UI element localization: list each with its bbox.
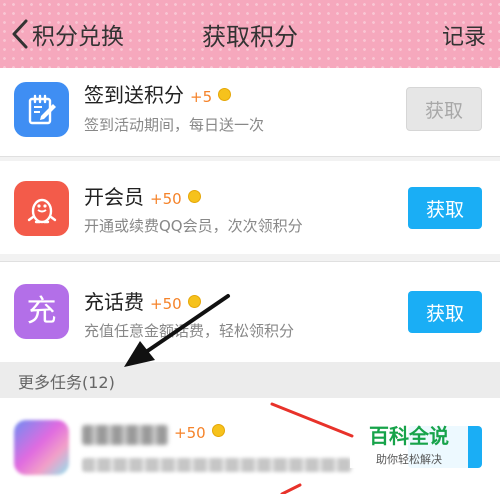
points-value: +50 (150, 295, 182, 313)
divider (0, 156, 500, 157)
watermark-slogan: 助你轻松解决 (376, 453, 442, 466)
coin-icon (187, 295, 201, 308)
more-tasks-label: 更多任务(12) (18, 373, 115, 392)
task-description: 充值任意金额话费，轻松领积分 (84, 322, 295, 340)
more-tasks-header: 更多任务(12) (0, 362, 500, 398)
app-icon (14, 420, 69, 475)
points-value: +50 (150, 190, 182, 208)
watermark: 百科全说 助你轻松解决 (350, 416, 468, 468)
get-button-recharge[interactable]: 获取 (408, 291, 482, 333)
task-item-checkin: 签到送积分 +5 签到活动期间，每日送一次 获取 (0, 68, 500, 156)
blurred-title (82, 425, 168, 445)
task-title-text: 签到送积分 (84, 83, 184, 107)
qq-penguin-icon (14, 181, 69, 236)
task-title-text: 充话费 (84, 290, 144, 314)
coin-icon (187, 190, 201, 203)
page-title: 获取积分 (202, 23, 298, 51)
task-description: 签到活动期间，每日送一次 (84, 116, 265, 134)
get-button-membership[interactable]: 获取 (408, 187, 482, 229)
task-item-phone-recharge: 充 充话费 +50 充值任意金额话费，轻松领积分 获取 (0, 262, 500, 362)
task-title: 签到送积分 +5 (84, 79, 232, 108)
coin-icon (211, 424, 225, 437)
notepad-pencil-icon (14, 82, 69, 137)
points-value: +5 (190, 88, 213, 106)
points-value: +50 (174, 424, 206, 442)
get-button-checkin[interactable]: 获取 (406, 87, 482, 131)
watermark-name: 百科全说 (369, 424, 449, 448)
blurred-description (82, 458, 352, 472)
task-title: +50 (174, 423, 225, 442)
task-item-membership: 开会员 +50 开通或续费QQ会员，次次领积分 获取 (0, 161, 500, 254)
charge-icon: 充 (14, 284, 69, 339)
task-description: 开通或续费QQ会员，次次领积分 (84, 217, 303, 235)
task-title-text: 开会员 (84, 185, 144, 209)
header-bar: 积分兑换 获取积分 记录 (0, 0, 500, 68)
task-title: 充话费 +50 (84, 286, 201, 315)
charge-icon-char: 充 (26, 293, 57, 329)
task-title: 开会员 +50 (84, 181, 201, 210)
coin-icon (218, 88, 232, 101)
record-button[interactable]: 记录 (442, 19, 486, 51)
